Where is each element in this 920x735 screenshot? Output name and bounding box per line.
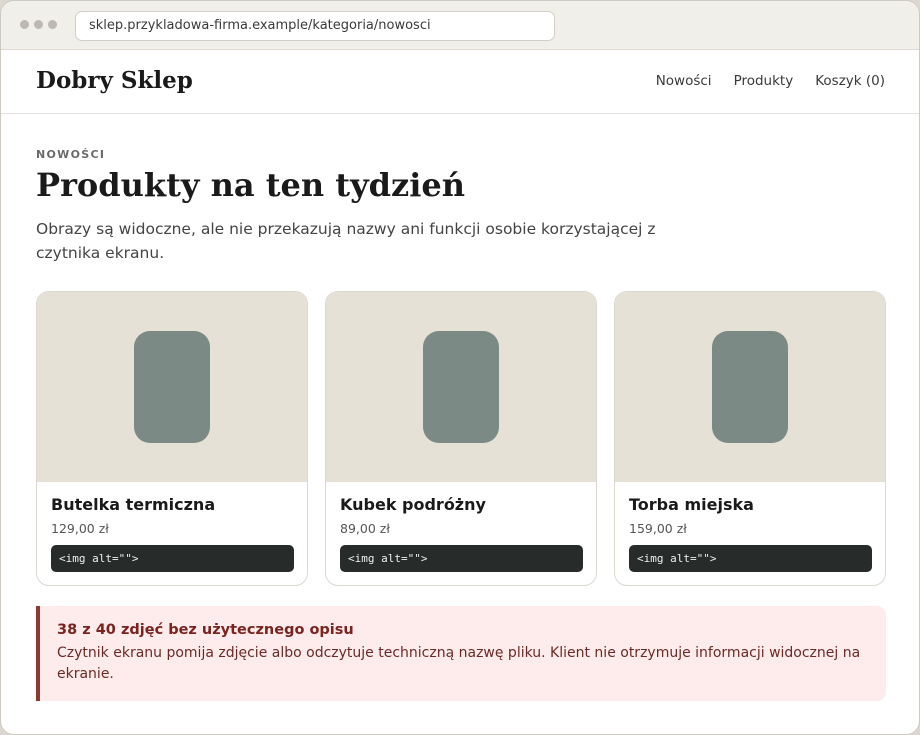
code-snippet: <img alt=""> xyxy=(340,545,583,572)
code-snippet: <img alt=""> xyxy=(51,545,294,572)
alert-title: 38 z 40 zdjęć bez użytecznego opisu xyxy=(57,622,354,638)
product-image-placeholder xyxy=(712,331,788,443)
product-name[interactable]: Butelka termiczna xyxy=(51,495,215,514)
product-card[interactable]: Torba miejska 159,00 zł <img alt=""> xyxy=(614,291,886,586)
product-card[interactable]: Kubek podróżny 89,00 zł <img alt=""> xyxy=(325,291,597,586)
product-price: 159,00 zł xyxy=(629,521,687,536)
nav-link-koszyk[interactable]: Koszyk (0) xyxy=(815,73,885,89)
minimize-window-dot[interactable] xyxy=(34,20,43,29)
product-image-placeholder xyxy=(423,331,499,443)
browser-window: sklep.przykladowa-firma.example/kategori… xyxy=(0,0,920,735)
product-image[interactable] xyxy=(326,292,596,482)
product-price: 89,00 zł xyxy=(340,521,390,536)
product-price: 129,00 zł xyxy=(51,521,109,536)
page-lead: Obrazy są widoczne, ale nie przekazują n… xyxy=(36,220,656,262)
alert-body: Czytnik ekranu pomija zdjęcie albo odczy… xyxy=(57,645,861,682)
product-card[interactable]: Butelka termiczna 129,00 zł <img alt=""> xyxy=(36,291,308,586)
warning-alert: 38 z 40 zdjęć bez użytecznego opisu Czyt… xyxy=(36,606,886,701)
product-name[interactable]: Torba miejska xyxy=(629,495,754,514)
nav-link-produkty[interactable]: Produkty xyxy=(734,73,794,89)
browser-chrome: sklep.przykladowa-firma.example/kategori… xyxy=(1,1,919,50)
product-image[interactable] xyxy=(615,292,885,482)
address-bar[interactable]: sklep.przykladowa-firma.example/kategori… xyxy=(75,11,555,41)
main-nav: Nowości Produkty Koszyk (0) xyxy=(656,73,885,89)
site-header: Dobry Sklep Nowości Produkty Koszyk (0) xyxy=(1,50,919,114)
nav-link-nowosci[interactable]: Nowości xyxy=(656,73,712,89)
close-window-dot[interactable] xyxy=(20,20,29,29)
window-controls xyxy=(20,20,57,29)
site-logo[interactable]: Dobry Sklep xyxy=(36,67,193,94)
product-grid: Butelka termiczna 129,00 zł <img alt="">… xyxy=(36,291,886,586)
product-image-placeholder xyxy=(134,331,210,443)
product-name[interactable]: Kubek podróżny xyxy=(340,495,486,514)
section-eyebrow: NOWOŚCI xyxy=(36,148,106,161)
page-title: Produkty na ten tydzień xyxy=(36,166,465,204)
code-snippet: <img alt=""> xyxy=(629,545,872,572)
product-image[interactable] xyxy=(37,292,307,482)
maximize-window-dot[interactable] xyxy=(48,20,57,29)
